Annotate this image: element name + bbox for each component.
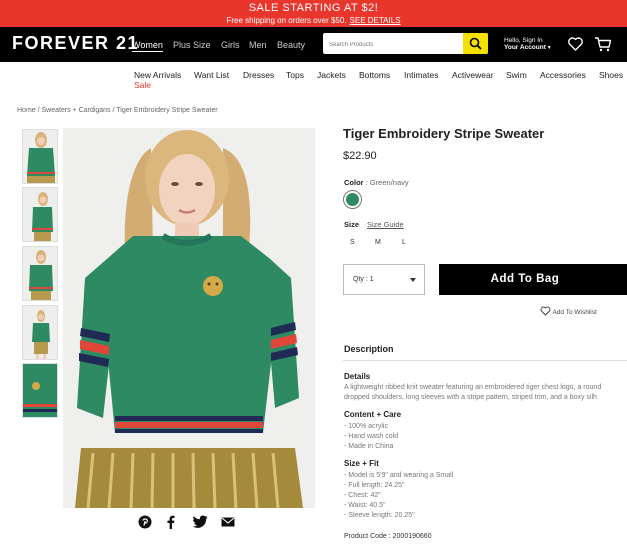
product-photo xyxy=(63,128,315,508)
tab-beauty[interactable]: Beauty xyxy=(277,40,305,50)
tab-girls[interactable]: Girls xyxy=(221,40,240,50)
nav-intimates[interactable]: Intimates xyxy=(404,70,439,80)
product-price: $22.90 xyxy=(343,150,377,162)
nav-sale[interactable]: Sale xyxy=(134,80,151,90)
thumbnail-5[interactable] xyxy=(22,363,58,418)
details-text-line-1: A lightweight ribbed knit sweater featur… xyxy=(344,384,602,391)
nav-new-arrivals[interactable]: New Arrivals xyxy=(134,70,181,80)
email-icon[interactable] xyxy=(221,517,235,527)
description-heading[interactable]: Description xyxy=(344,344,394,354)
size-fit-line: - Sleeve length: 20.25" xyxy=(344,512,415,519)
wishlist-label: Add To Wishlist xyxy=(552,309,597,316)
size-fit-line: - Model is 5'9" and wearing a Small xyxy=(344,472,454,479)
breadcrumb[interactable]: Home / Sweaters + Cardigans / Tiger Embr… xyxy=(17,107,218,114)
promo-headline: SALE STARTING AT $2! xyxy=(248,2,379,14)
content-care-line: - Made in China xyxy=(344,443,394,450)
color-swatch-green-navy[interactable] xyxy=(343,190,362,209)
quantity-select[interactable]: Qty : 1 xyxy=(343,264,425,295)
thumbnail-4[interactable] xyxy=(22,305,58,360)
pinterest-icon[interactable] xyxy=(138,515,152,529)
content-care-line: - 100% acrylic xyxy=(344,423,388,430)
color-value: : Green/navy xyxy=(365,178,409,187)
size-guide-link[interactable]: Size Guide xyxy=(367,220,404,229)
size-option-l[interactable]: L xyxy=(402,239,406,246)
size-fit-line: - Waist: 40.5" xyxy=(344,502,386,509)
tab-women[interactable]: Women xyxy=(132,40,163,52)
size-option-s[interactable]: S xyxy=(350,239,355,246)
search-bar xyxy=(323,33,488,56)
thumbnail-2[interactable] xyxy=(22,187,58,242)
add-to-bag-button[interactable]: Add To Bag xyxy=(439,264,627,295)
thumbnail-3[interactable] xyxy=(22,246,58,301)
product-code: Product Code : 2000190660 xyxy=(344,533,432,540)
nav-activewear[interactable]: Activewear xyxy=(452,70,494,80)
size-fit-heading: Size + Fit xyxy=(344,459,379,468)
main-header: FOREVER 21 Women Plus Size Girls Men Bea… xyxy=(0,27,627,62)
nav-want-list[interactable]: Want List xyxy=(194,70,229,80)
shopping-cart-icon[interactable] xyxy=(594,36,612,52)
size-option-m[interactable]: M xyxy=(375,239,381,246)
product-title: Tiger Embroidery Stripe Sweater xyxy=(343,126,545,141)
details-text-line-2: dropped shoulders, long sleeves with a s… xyxy=(344,394,597,401)
tab-men[interactable]: Men xyxy=(249,40,267,50)
size-fit-line: - Chest: 42" xyxy=(344,492,381,499)
details-heading: Details xyxy=(344,372,371,381)
search-button[interactable] xyxy=(463,33,488,54)
add-to-wishlist-link[interactable]: Add To Wishlist xyxy=(540,306,597,316)
heart-outline-icon xyxy=(540,306,551,316)
twitter-icon[interactable] xyxy=(193,515,208,528)
nav-bottoms[interactable]: Bottoms xyxy=(359,70,390,80)
facebook-icon[interactable] xyxy=(166,515,175,529)
nav-tops[interactable]: Tops xyxy=(286,70,304,80)
account-greeting: Hello, Sign In xyxy=(504,37,543,44)
account-menu[interactable]: Hello, Sign In Your Account ▾ xyxy=(504,37,551,52)
nav-swim[interactable]: Swim xyxy=(506,70,527,80)
nav-dresses[interactable]: Dresses xyxy=(243,70,274,80)
tab-plus-size[interactable]: Plus Size xyxy=(173,40,211,50)
quantity-value: Qty : 1 xyxy=(353,276,374,283)
account-label: Your Account ▾ xyxy=(504,44,551,51)
size-fit-line: - Full length: 24.25" xyxy=(344,482,405,489)
thumbnail-1[interactable] xyxy=(22,129,58,184)
nav-accessories[interactable]: Accessories xyxy=(540,70,586,80)
promo-subline-text: Free shipping on orders over $50. xyxy=(226,16,347,25)
promo-subline: Free shipping on orders over $50. SEE DET… xyxy=(0,15,627,26)
color-label: Color : Green/navy xyxy=(344,178,409,187)
search-input[interactable] xyxy=(323,34,461,56)
category-nav: New Arrivals Sale Want List Dresses Tops… xyxy=(0,62,627,92)
content-care-heading: Content + Care xyxy=(344,410,402,419)
heart-icon[interactable] xyxy=(567,36,584,52)
chevron-down-icon xyxy=(410,278,416,282)
nav-jackets[interactable]: Jackets xyxy=(317,70,346,80)
swatch-fill xyxy=(346,193,359,206)
promo-banner: SALE STARTING AT $2! Free shipping on or… xyxy=(0,0,627,27)
search-icon xyxy=(469,37,482,50)
content-care-line: - Hand wash cold xyxy=(344,433,399,440)
color-heading: Color xyxy=(344,178,364,187)
site-logo[interactable]: FOREVER 21 xyxy=(12,33,139,54)
nav-shoes[interactable]: Shoes xyxy=(599,70,623,80)
see-details-link[interactable]: SEE DETAILS xyxy=(350,16,401,25)
size-label: Size xyxy=(344,220,360,229)
description-divider xyxy=(343,360,627,361)
main-product-image[interactable] xyxy=(63,128,315,508)
